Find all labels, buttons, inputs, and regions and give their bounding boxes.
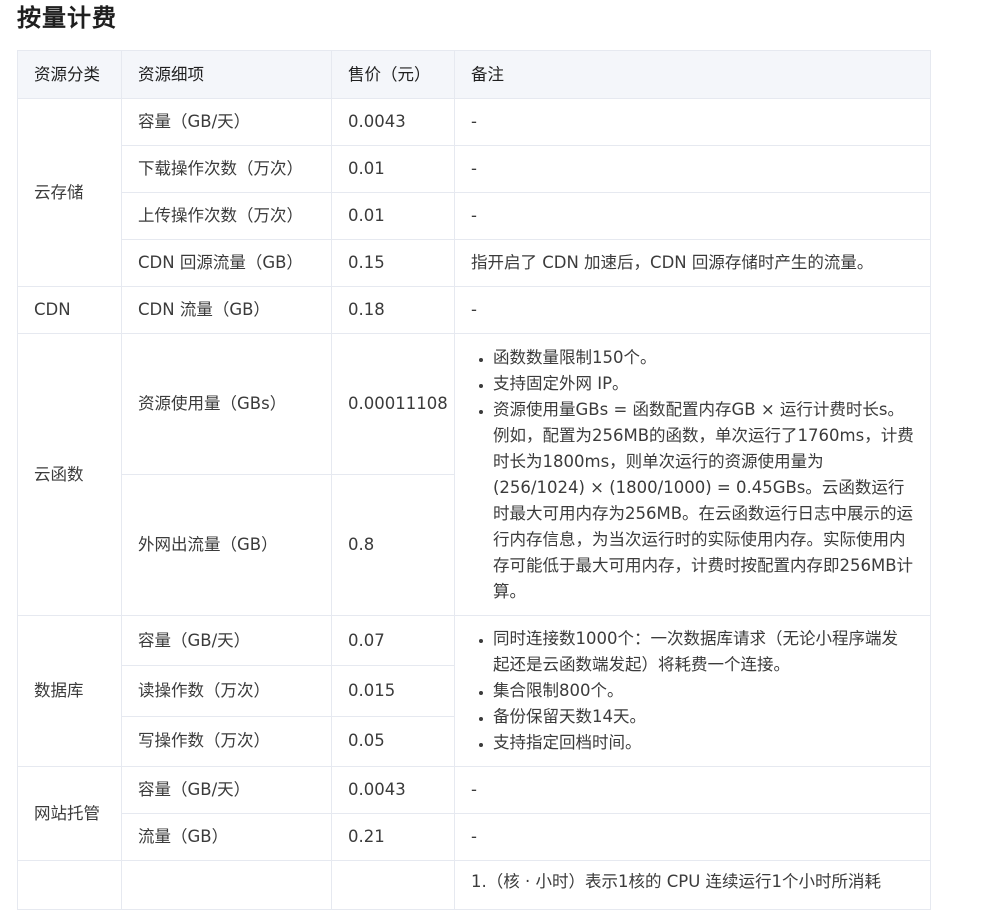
price-cell: 0.18 bbox=[331, 286, 455, 334]
table-row: 云存储 容量（GB/天） 0.0043 - bbox=[17, 98, 931, 287]
note-cell: - bbox=[454, 286, 931, 334]
table-row: 网站托管 容量（GB/天） 0.0043 - bbox=[17, 766, 931, 861]
item-cell: 容量（GB/天） bbox=[121, 98, 332, 146]
item-cell: CDN 回源流量（GB） bbox=[121, 239, 332, 287]
price-cell: 0.01 bbox=[331, 145, 455, 193]
note-cell: - bbox=[454, 145, 931, 193]
note-item: 集合限制800个。 bbox=[493, 678, 914, 704]
item-cell: 容量（GB/天） bbox=[121, 614, 332, 667]
price-cell: 0.0043 bbox=[331, 766, 455, 814]
note-cell: - bbox=[454, 192, 931, 240]
table-header-row: 资源分类 资源细项 售价（元） 备注 bbox=[17, 50, 931, 99]
header-category: 资源分类 bbox=[17, 50, 122, 99]
item-cell: CDN 流量（GB） bbox=[121, 286, 332, 334]
header-price: 售价（元） bbox=[331, 50, 455, 99]
note-cell: - bbox=[454, 98, 931, 146]
note-item: 资源使用量GBs = 函数配置内存GB × 运行计费时长s。例如，配置为256M… bbox=[493, 397, 914, 605]
note-item: 支持指定回档时间。 bbox=[493, 730, 914, 756]
table-row: 数据库 容量（GB/天） 0.07 同时连接数1000个：一次数据库请求（无论小… bbox=[17, 614, 931, 767]
note-cell-cloud-function: 函数数量限制150个。 支持固定外网 IP。 资源使用量GBs = 函数配置内存… bbox=[454, 333, 931, 616]
page-title: 按量计费 bbox=[17, 4, 117, 32]
header-item: 资源细项 bbox=[121, 50, 332, 99]
table-row-partial: 1.（核 · 小时）表示1核的 CPU 连续运行1个小时所消耗 bbox=[17, 860, 931, 910]
item-cell: 流量（GB） bbox=[121, 813, 332, 861]
pricing-table: 资源分类 资源细项 售价（元） 备注 云存储 容量（GB/天） 0.0043 -… bbox=[17, 50, 931, 910]
note-cell: 1.（核 · 小时）表示1核的 CPU 连续运行1个小时所消耗 bbox=[454, 860, 931, 910]
category-cell-web-hosting: 网站托管 bbox=[17, 766, 122, 861]
table-row: 下载操作次数（万次） 0.01 - bbox=[18, 145, 931, 193]
item-cell: 下载操作次数（万次） bbox=[121, 145, 332, 193]
price-cell bbox=[331, 860, 455, 910]
item-cell: 容量（GB/天） bbox=[121, 766, 332, 814]
item-cell: 上传操作次数（万次） bbox=[121, 192, 332, 240]
price-cell: 0.05 bbox=[331, 715, 455, 768]
price-cell: 0.015 bbox=[331, 665, 455, 717]
category-cell bbox=[17, 860, 122, 910]
price-cell: 0.21 bbox=[331, 813, 455, 861]
item-cell: 外网出流量（GB） bbox=[121, 474, 332, 616]
price-cell: 0.15 bbox=[331, 239, 455, 287]
category-cell-cdn: CDN bbox=[17, 286, 122, 334]
price-cell: 0.01 bbox=[331, 192, 455, 240]
category-cell-cloud-function: 云函数 bbox=[17, 333, 122, 616]
note-cell-database: 同时连接数1000个：一次数据库请求（无论小程序端发起还是云函数端发起）将耗费一… bbox=[454, 615, 931, 767]
table-row: CDN CDN 流量（GB） 0.18 - bbox=[17, 286, 931, 334]
pricing-table-container: 资源分类 资源细项 售价（元） 备注 云存储 容量（GB/天） 0.0043 -… bbox=[17, 50, 931, 910]
notes-list: 同时连接数1000个：一次数据库请求（无论小程序端发起还是云函数端发起）将耗费一… bbox=[471, 616, 914, 766]
table-row: CDN 回源流量（GB） 0.15 指开启了 CDN 加速后，CDN 回源存储时… bbox=[18, 239, 931, 287]
category-cell-cloud-storage: 云存储 bbox=[17, 98, 122, 287]
note-cell: 指开启了 CDN 加速后，CDN 回源存储时产生的流量。 bbox=[454, 239, 931, 287]
note-item: 备份保留天数14天。 bbox=[493, 704, 914, 730]
note-item: 函数数量限制150个。 bbox=[493, 345, 914, 371]
item-cell bbox=[121, 860, 332, 910]
table-row: 上传操作次数（万次） 0.01 - bbox=[18, 192, 931, 240]
item-cell: 资源使用量（GBs） bbox=[121, 333, 332, 475]
item-cell: 写操作数（万次） bbox=[121, 715, 332, 768]
notes-list: 函数数量限制150个。 支持固定外网 IP。 资源使用量GBs = 函数配置内存… bbox=[471, 335, 914, 615]
category-cell-database: 数据库 bbox=[17, 615, 122, 767]
table-row: 流量（GB） 0.21 - bbox=[18, 813, 931, 861]
note-cell: - bbox=[454, 766, 931, 814]
note-item: 支持固定外网 IP。 bbox=[493, 371, 914, 397]
price-cell: 0.07 bbox=[331, 614, 455, 667]
item-cell: 读操作数（万次） bbox=[121, 665, 332, 717]
price-cell: 0.00011108 bbox=[331, 333, 455, 475]
header-note: 备注 bbox=[454, 50, 931, 99]
table-row: 云函数 资源使用量（GBs） 0.00011108 函数数量限制150个。 支持… bbox=[17, 333, 931, 616]
price-cell: 0.0043 bbox=[331, 98, 455, 146]
note-cell: - bbox=[454, 813, 931, 861]
note-item: 同时连接数1000个：一次数据库请求（无论小程序端发起还是云函数端发起）将耗费一… bbox=[493, 626, 914, 678]
price-cell: 0.8 bbox=[331, 474, 455, 616]
